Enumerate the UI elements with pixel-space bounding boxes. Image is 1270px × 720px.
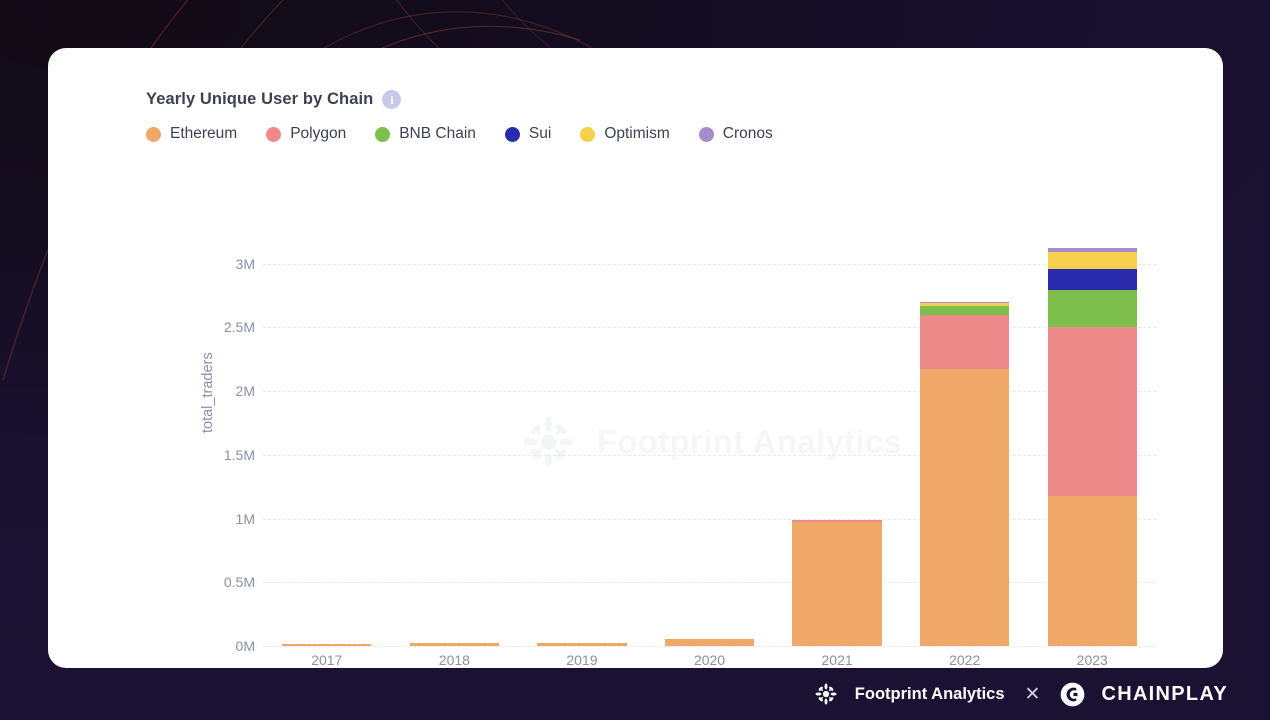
x-axis-tick-label: 2018 [438,652,470,668]
bar-segment-bnb-chain[interactable] [1047,290,1137,328]
bar-segment-ethereum[interactable] [920,369,1010,646]
legend-color-swatch [146,126,161,142]
bar-segment-sui[interactable] [1047,268,1137,291]
bar-segment-ethereum[interactable] [664,639,755,646]
legend-color-swatch [266,126,282,142]
bar-group-2020[interactable] [646,238,774,646]
legend-item-cronos[interactable]: Cronos [698,125,773,143]
chart-legend: Ethereum Polygon BNB Chain Sui Optimism Crono… [146,125,802,143]
legend-color-swatch [698,126,714,142]
bar-group-2023[interactable] [1028,238,1156,646]
bar-segment-optimism[interactable] [1047,252,1137,269]
footprint-brand-name: Footprint Analytics [854,684,1005,703]
legend-item-label: Polygon [290,125,347,142]
y-axis-tick-label: 2M [235,383,255,399]
bar-group-2019[interactable] [518,238,646,646]
bar-series-group [263,238,1156,646]
bar-segment-ethereum[interactable] [537,643,627,646]
stacked-bar[interactable] [792,520,882,646]
y-axis-tick-label: 0.5M [223,574,255,591]
y-axis-tick-label: 1M [235,510,255,527]
legend-item-label: Optimism [604,125,670,142]
bar-group-2018[interactable] [391,238,519,646]
stacked-bar[interactable] [282,643,372,646]
y-axis-ticks: 0M 0.5M 1M 1.5M 2M 2.5M 3M [180,238,255,655]
y-axis-tick-label: 1.5M [223,446,255,463]
chart-header: Yearly Unique User by Chain i Ethereum Po… [146,90,802,143]
x-axis-tick-label: 2017 [311,652,343,668]
legend-color-swatch [580,126,596,142]
page-title: Yearly Unique User by Chain [146,90,374,108]
legend-item-label: Ethereum [170,125,238,142]
chart-card: Yearly Unique User by Chain i Ethereum Po… [48,48,1223,668]
stacked-bar[interactable] [664,639,755,646]
stacked-bar[interactable] [1047,248,1137,646]
y-axis-tick-label: 3M [235,255,255,272]
info-icon[interactable]: i [382,90,402,109]
bar-segment-ethereum[interactable] [409,643,500,646]
legend-item-label: Cronos [722,125,773,142]
bar-group-2022[interactable] [901,238,1029,646]
legend-item-polygon[interactable]: Polygon [266,125,346,143]
footer-branding: Footprint Analytics ✕ CHAINPLAY [813,668,1228,720]
bar-segment-bnb-chain[interactable] [920,305,1010,315]
legend-item-label: Sui [528,125,552,142]
plot-area: Footprint Analytics [263,238,1156,647]
chainplay-brand-name: CHAINPLAY [1101,682,1228,705]
stacked-bar[interactable] [537,643,627,646]
brand-separator-icon: ✕ [1024,683,1041,705]
legend-color-swatch [375,126,391,142]
bar-segment-polygon[interactable] [920,314,1010,370]
chainplay-logo-icon [1061,682,1085,706]
footprint-sun-icon [815,683,837,705]
stacked-bar[interactable] [920,301,1010,646]
bar-segment-ethereum[interactable] [282,643,372,646]
legend-item-ethereum[interactable]: Ethereum [146,125,237,143]
y-axis-tick-label: 2.5M [223,319,255,336]
bar-segment-ethereum[interactable] [1047,495,1137,646]
x-axis-tick-label: 2020 [693,652,726,668]
legend-item-label: BNB Chain [399,125,476,142]
legend-item-sui[interactable]: Sui [504,125,552,143]
x-axis-tick-label: 2019 [566,652,598,668]
bar-segment-ethereum[interactable] [792,521,882,646]
chart-title-row: Yearly Unique User by Chain i [146,90,802,109]
bar-group-2017[interactable] [263,238,391,646]
gridline [263,646,1156,647]
stacked-bar[interactable] [409,643,500,646]
legend-item-bnb-chain[interactable]: BNB Chain [375,125,476,143]
bar-segment-polygon[interactable] [1047,327,1137,496]
legend-item-optimism[interactable]: Optimism [580,125,670,143]
legend-color-swatch [504,126,520,142]
y-axis-tick-label: 0M [235,638,255,654]
bar-group-2021[interactable] [773,238,901,646]
